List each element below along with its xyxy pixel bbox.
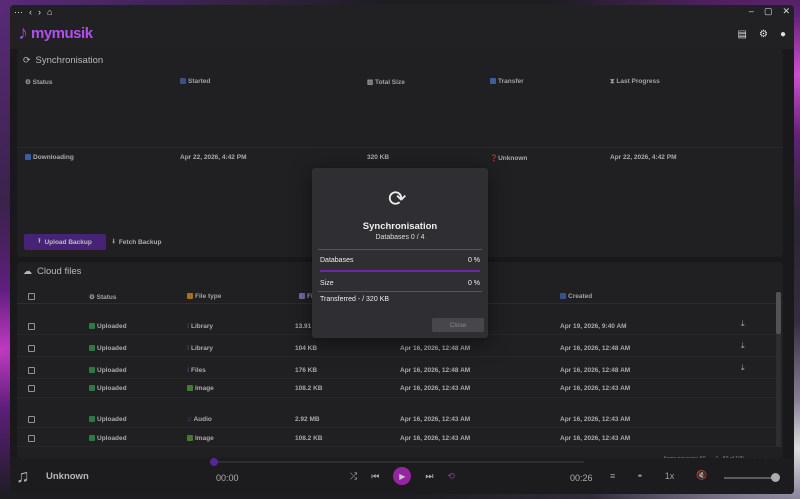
close-icon[interactable]: ✕ [782,6,790,17]
chevron-right-icon[interactable]: › [38,7,41,17]
top-icons: ▤ ⚙ ● [738,29,786,40]
logo-icon: ♪ [18,22,28,44]
size-percent: 0 % [467,280,480,287]
sync-dialog: ⟳ Synchronisation Databases 0 / 4 Databa… [312,168,488,338]
account-icon[interactable]: ● [780,29,786,40]
databases-percent: 0 % [467,257,480,264]
transferred-text: Transferred - / 320 KB [320,296,389,303]
dialog-subtitle: Databases 0 / 4 [375,234,425,241]
chevron-left-icon[interactable]: ‹ [29,7,32,17]
size-progress-bar [318,291,482,292]
divider [318,249,482,250]
app-window: ⋯ ‹ › ⌂ – ▢ ✕ ♪ mymusik ▤ ⚙ ● ⟳ Synchron… [10,5,794,494]
databases-progress-bar [320,270,480,272]
dialog-title: Synchronisation [362,221,438,232]
minimize-icon[interactable]: – [749,6,754,17]
close-button[interactable]: Close [432,318,484,332]
home-icon[interactable]: ⌂ [47,7,52,17]
menu-dots-icon[interactable]: ⋯ [14,7,23,17]
app-logo[interactable]: ♪ mymusik [18,23,93,43]
topbar: ♪ mymusik ▤ ⚙ ● [10,19,794,51]
window-controls: – ▢ ✕ [749,6,790,17]
gear-icon[interactable]: ⚙ [759,29,768,40]
library-icon[interactable]: ▤ [738,29,747,40]
sync-icon: ⟳ [388,186,407,211]
titlebar: ⋯ ‹ › ⌂ – ▢ ✕ [10,5,794,19]
databases-label: Databases [320,257,354,264]
maximize-icon[interactable]: ▢ [764,6,773,17]
app-name: mymusik [31,24,93,42]
size-label: Size [320,280,334,287]
